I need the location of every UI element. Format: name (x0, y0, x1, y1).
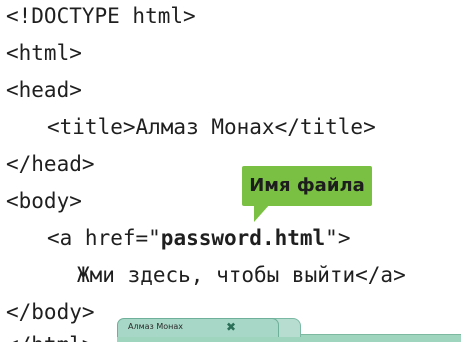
code-line-head-close: </head> (6, 152, 95, 176)
code-line-html-open: <html> (6, 41, 82, 65)
code-line-anchor-text: Жми здесь, чтобы выйти</a> (77, 263, 406, 287)
code-example-stage: <!DOCTYPE html> <html> <head> <title>Алм… (0, 0, 461, 342)
anchor-filename: password.html (160, 226, 326, 250)
code-line-title: <title>Алмаз Монах</title> (47, 115, 376, 139)
code-line-head-open: <head> (6, 78, 82, 102)
code-line-anchor-open: <a href="password.html"> (47, 224, 350, 252)
filename-callout: Имя файла (242, 166, 372, 206)
anchor-suffix: "> (325, 226, 351, 250)
close-icon[interactable]: ✖ (224, 320, 238, 334)
anchor-prefix: <a href=" (47, 226, 161, 250)
filename-callout-label: Имя файла (249, 175, 365, 196)
filename-callout-tail (254, 204, 270, 222)
code-line-body-close: </body> (6, 300, 95, 324)
browser-preview: Алмаз Монах ✖ (117, 316, 461, 342)
browser-tab-active[interactable]: Алмаз Монах ✖ (117, 318, 279, 337)
code-line-body-open: <body> (6, 189, 82, 213)
code-line-html-close: </html> (6, 331, 95, 342)
browser-tab-title: Алмаз Монах (128, 322, 183, 331)
code-line-doctype: <!DOCTYPE html> (6, 4, 196, 28)
